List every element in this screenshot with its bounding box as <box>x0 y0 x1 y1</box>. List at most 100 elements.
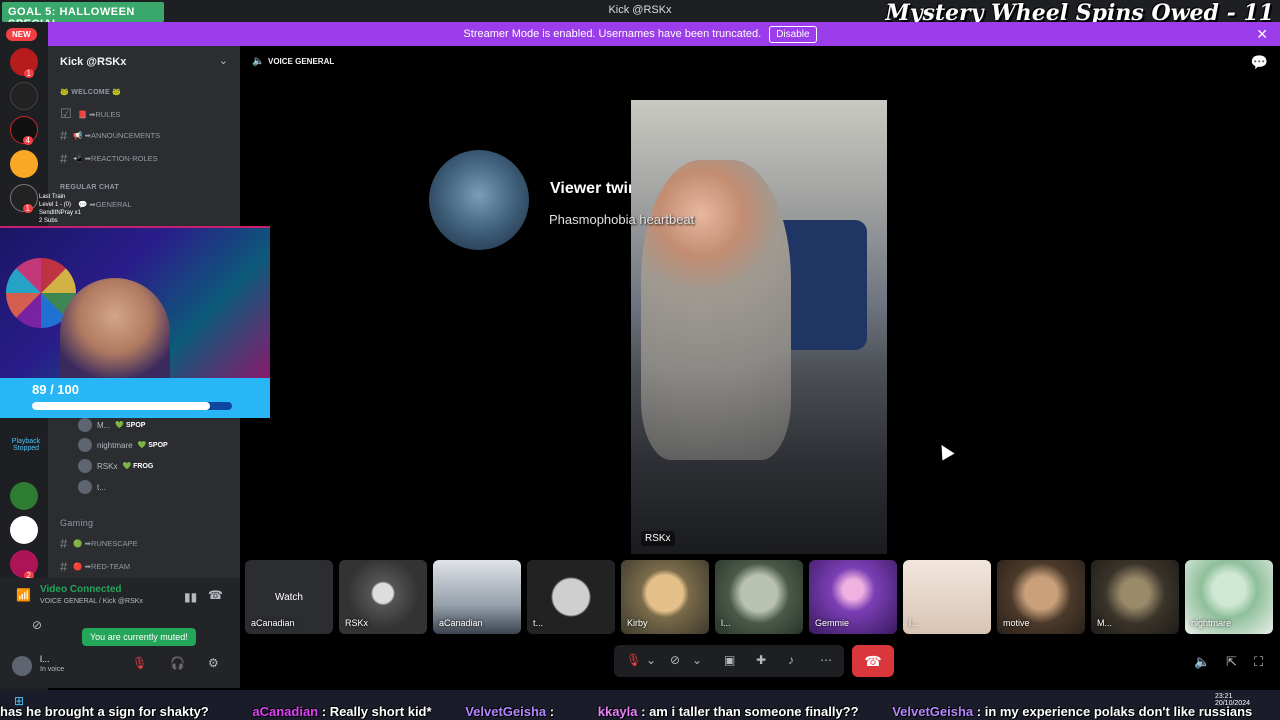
goal-progress-card: 89 / 100 <box>0 378 270 418</box>
new-badge: NEW <box>6 28 37 41</box>
participant-name: RSKx <box>345 618 369 628</box>
username: l... <box>40 654 50 664</box>
fullscreen-icon[interactable]: ⛶ <box>1254 654 1263 670</box>
last-train-overlay: Last Train Level 1 - (0) SendItNPray x1 … <box>39 193 81 225</box>
participant-tile[interactable]: motive <box>997 560 1085 634</box>
ticker-user: kkayla <box>597 704 638 719</box>
category-gaming[interactable]: Gaming <box>60 518 93 528</box>
channel-label: 📕 ➡RULES <box>77 109 121 119</box>
chat-icon[interactable]: 💬 <box>1251 54 1268 71</box>
volume-icon[interactable]: 🔈 <box>1194 654 1210 670</box>
ticker-message: has he brought a sign for shakty? <box>0 704 209 719</box>
screen-share-icon[interactable]: ▣ <box>724 653 735 667</box>
chevron-down-icon[interactable]: ⌄ <box>692 653 702 667</box>
voice-member[interactable]: nightmare 💚 SPOP <box>78 438 168 452</box>
soundwave-icon[interactable]: ▮▮ <box>184 590 197 604</box>
soundboard-icon[interactable]: ♪ <box>788 653 794 667</box>
user-status: In voice <box>40 666 65 673</box>
more-icon[interactable]: ⋯ <box>820 653 832 667</box>
channel-announcements[interactable]: # 📢 ➡ANNOUNCEMENTS <box>60 128 160 143</box>
participant-tile[interactable]: Gemmie <box>809 560 897 634</box>
server-icon[interactable] <box>10 482 38 510</box>
avatar <box>78 418 92 432</box>
participant-name: nightmare <box>1191 618 1232 628</box>
ticker-user: VelvetGeisha <box>892 704 974 719</box>
server-icon[interactable]: 4 <box>10 116 38 145</box>
participant-tile[interactable]: l... <box>903 560 991 634</box>
avatar[interactable] <box>12 656 32 676</box>
user-panel: 📶 Video Connected VOICE GENERAL / Kick @… <box>0 578 240 688</box>
participant-name: l... <box>909 618 919 628</box>
server-icon[interactable] <box>10 82 38 110</box>
participant-name: M... <box>1097 618 1112 628</box>
popout-icon[interactable]: ⇱ <box>1226 654 1237 670</box>
chevron-down-icon[interactable]: ⌄ <box>646 653 656 667</box>
member-tag: 💚 FROG <box>122 463 154 470</box>
mic-muted-icon[interactable]: 🎙 <box>626 653 641 667</box>
category-regular-chat[interactable]: REGULAR CHAT <box>60 184 119 191</box>
channel-general[interactable]: 💬 ➡GENERAL <box>78 200 132 209</box>
server-icon[interactable] <box>10 150 38 178</box>
disconnect-icon[interactable]: ☎ <box>208 588 223 602</box>
streamer-figure <box>641 160 791 460</box>
speaker-icon: 🔈 <box>252 56 265 67</box>
avatar <box>78 459 92 473</box>
voice-member[interactable]: M... 💚 SPOP <box>78 418 145 432</box>
participant-name: Gemmie <box>815 618 850 628</box>
channel-rules[interactable]: ☑ 📕 ➡RULES <box>60 106 120 122</box>
gear-icon[interactable]: ⚙ <box>208 656 219 670</box>
watch-button[interactable]: Watch <box>245 592 333 603</box>
ticker-message: : in my experience polaks don't like rus… <box>976 704 1253 719</box>
streamer-mode-notice: Streamer Mode is enabled. Usernames have… <box>0 22 1280 46</box>
video-off-icon[interactable]: ⊘ <box>32 618 42 632</box>
channel-reaction-roles[interactable]: # 📲 ➡REACTION-ROLES <box>60 151 158 166</box>
ticker-message: : am i taller than someone finally?? <box>641 704 859 719</box>
progress-track <box>32 402 232 410</box>
disable-button[interactable]: Disable <box>769 25 817 43</box>
ticker-user: aCanadian <box>252 704 319 719</box>
voice-member[interactable]: RSKx 💚 FROG <box>78 459 153 473</box>
voice-location: VOICE GENERAL / Kick @RSKx <box>40 598 143 605</box>
level-label: Level 1 - (0) <box>39 202 72 208</box>
participant-tile[interactable]: t... <box>527 560 615 634</box>
goal-banner: GOAL 5: HALLOWEEN SPECIAL <box>2 2 164 30</box>
server-icon[interactable]: 2 <box>10 550 38 580</box>
subs-label: 2 Subs <box>39 218 58 224</box>
streamer-webcam <box>60 278 170 378</box>
muted-toast: You are currently muted! <box>82 628 196 646</box>
stream-owner-label: RSKx <box>641 531 675 546</box>
activities-icon[interactable]: ✚ <box>756 653 766 667</box>
server-name[interactable]: Kick @RSKx <box>60 56 126 68</box>
voice-status[interactable]: Video Connected <box>40 584 122 595</box>
headset-muted-icon[interactable]: 🎧 <box>170 656 185 670</box>
channel-runescape[interactable]: # 🟢 ➡RUNESCAPE <box>60 536 138 551</box>
participant-tile[interactable]: Watch aCanadian <box>245 560 333 634</box>
server-icon[interactable] <box>10 516 38 544</box>
chat-ticker: has he brought a sign for shakty? aCanad… <box>0 704 1280 720</box>
category-welcome[interactable]: 🐸 WELCOME 🐸 <box>60 88 121 96</box>
hash-icon: # <box>60 559 68 574</box>
server-icon[interactable]: 1 <box>10 48 38 78</box>
participant-tile[interactable]: nightmare <box>1185 560 1273 634</box>
channel-label: 🔴 ➡RED-TEAM <box>73 562 131 571</box>
close-icon[interactable]: ✕ <box>1256 26 1268 43</box>
hangup-button[interactable]: ☎ <box>852 645 894 677</box>
stream-video[interactable]: RSKx <box>631 100 887 554</box>
participant-name: aCanadian <box>251 618 295 628</box>
participant-tile[interactable]: l... <box>715 560 803 634</box>
call-controls: 🎙 ⌄ ⊘ ⌄ ▣ ✚ ♪ ⋯ <box>614 645 844 677</box>
ticker-user: VelvetGeisha <box>465 704 547 719</box>
server-icon[interactable]: 1 <box>10 184 38 213</box>
video-off-icon[interactable]: ⊘ <box>670 653 680 667</box>
participant-tile[interactable]: Kirby <box>621 560 709 634</box>
participant-tile[interactable]: M... <box>1091 560 1179 634</box>
participant-tile[interactable]: RSKx <box>339 560 427 634</box>
chevron-down-icon[interactable]: ⌄ <box>219 54 228 67</box>
mic-muted-icon[interactable]: 🎙 <box>132 656 147 670</box>
member-name: RSKx <box>97 461 118 471</box>
voice-member[interactable]: t... <box>78 480 106 494</box>
channel-red-team[interactable]: # 🔴 ➡RED-TEAM <box>60 559 130 574</box>
participant-name: t... <box>533 618 544 628</box>
participant-tile[interactable]: aCanadian <box>433 560 521 634</box>
voice-channel-title: VOICE GENERAL <box>268 57 335 66</box>
